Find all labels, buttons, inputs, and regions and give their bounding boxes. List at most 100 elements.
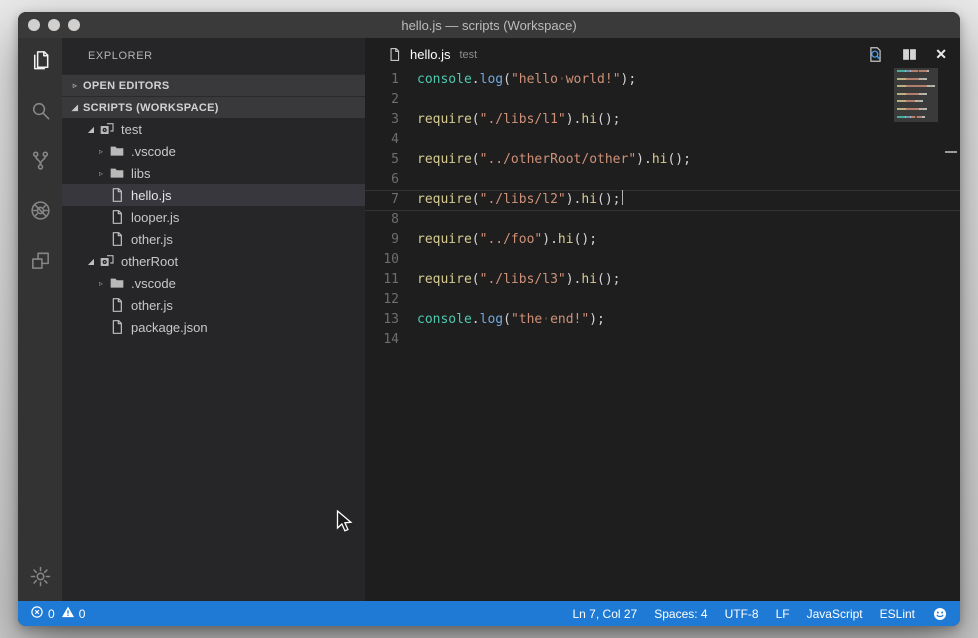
section-open-editors[interactable]: ▹ OPEN EDITORS: [62, 74, 365, 96]
tree-item-libs[interactable]: ▹libs: [62, 162, 365, 184]
line-number: 9: [365, 230, 410, 250]
tree-item-package-json[interactable]: package.json: [62, 316, 365, 338]
close-window-button[interactable]: [28, 19, 40, 31]
tree-item-test[interactable]: ◢ test: [62, 118, 365, 140]
root-folder-icon: [99, 253, 115, 269]
line-number: 12: [365, 290, 410, 310]
tree-item--vscode[interactable]: ▹.vscode: [62, 140, 365, 162]
status-ln-7-col-27[interactable]: Ln 7, Col 27: [573, 607, 638, 621]
code-area[interactable]: 1console.log("hello·world!");23require("…: [365, 70, 960, 601]
status-utf-8[interactable]: UTF-8: [725, 607, 759, 621]
tree-item-other-js[interactable]: other.js: [62, 294, 365, 316]
tree-item-label: .vscode: [131, 144, 176, 159]
code-line-10[interactable]: 10: [365, 250, 960, 270]
tree-item-label: test: [121, 122, 142, 137]
tab-hello-js[interactable]: hello.js test: [365, 38, 477, 70]
activity-extensions-button[interactable]: [29, 249, 52, 272]
activity-explorer-button[interactable]: [29, 49, 52, 72]
line-number: 2: [365, 90, 410, 110]
code-line-9[interactable]: 9require("../foo").hi();: [365, 230, 960, 250]
chevron-right-icon: ▹: [93, 169, 109, 178]
minimize-window-button[interactable]: [48, 19, 60, 31]
chevron-right-icon: ▹: [93, 279, 109, 288]
tree-item-looper-js[interactable]: looper.js: [62, 206, 365, 228]
tree-item-otherroot[interactable]: ◢ otherRoot: [62, 250, 365, 272]
traffic-lights: [28, 19, 80, 31]
file-tree: ◢ test ▹ .vscode ▹libshello.js looper.js other…: [62, 118, 365, 601]
open-preview-icon[interactable]: [867, 46, 884, 63]
files-icon: [29, 49, 52, 72]
line-number: 3: [365, 110, 410, 130]
search-icon: [29, 99, 52, 122]
activity-debug-button[interactable]: [29, 199, 52, 222]
status-lf[interactable]: LF: [776, 607, 790, 621]
folder-icon: [109, 143, 125, 159]
vscode-window: hello.js — scripts (Workspace) EXPLORER …: [18, 12, 960, 626]
file-icon: [387, 47, 402, 62]
root-folder-icon: [99, 121, 115, 137]
tree-item-other-js[interactable]: other.js: [62, 228, 365, 250]
status-javascript[interactable]: JavaScript: [807, 607, 863, 621]
code-line-11[interactable]: 11require("./libs/l3").hi();: [365, 270, 960, 290]
section-label: SCRIPTS (WORKSPACE): [83, 102, 219, 114]
chevron-expanded-icon: ◢: [83, 257, 99, 266]
tree-item-label: package.json: [131, 320, 208, 335]
tree-item--vscode[interactable]: ▹ .vscode: [62, 272, 365, 294]
section-scripts-workspace[interactable]: ◢ SCRIPTS (WORKSPACE): [62, 96, 365, 118]
sidebar-title: EXPLORER: [62, 38, 365, 74]
line-number: 6: [365, 170, 410, 190]
file-icon: [109, 297, 125, 313]
folder-icon: [109, 165, 125, 181]
status-spaces-4[interactable]: Spaces: 4: [654, 607, 707, 621]
tab-filename: hello.js: [410, 47, 450, 62]
line-number: 1: [365, 70, 410, 90]
chevron-right-icon: ▹: [67, 81, 83, 90]
activity-bar: [18, 38, 62, 601]
code-line-3[interactable]: 3require("./libs/l1").hi();: [365, 110, 960, 130]
code-line-1[interactable]: 1console.log("hello·world!");: [365, 70, 960, 90]
code-line-14[interactable]: 14: [365, 330, 960, 350]
code-line-7[interactable]: 7require("./libs/l2").hi();: [365, 190, 960, 210]
editor-actions: ✕: [867, 46, 960, 63]
problems-errors[interactable]: 0: [30, 605, 55, 622]
tree-item-label: other.js: [131, 298, 173, 313]
tab-bar: hello.js test ✕: [365, 38, 960, 70]
line-number: 5: [365, 150, 410, 170]
line-number: 13: [365, 310, 410, 330]
status-eslint[interactable]: ESLint: [880, 607, 915, 621]
code-line-4[interactable]: 4: [365, 130, 960, 150]
activity-settings-button[interactable]: [29, 565, 52, 588]
code-line-5[interactable]: 5require("../otherRoot/other").hi();: [365, 150, 960, 170]
zoom-window-button[interactable]: [68, 19, 80, 31]
title-bar[interactable]: hello.js — scripts (Workspace): [18, 12, 960, 38]
status-bar: 0 0 Ln 7, Col 27 Spaces: 4 UTF-8 LF JavaScri…: [18, 601, 960, 626]
feedback-smiley-icon[interactable]: [932, 606, 948, 622]
activity-search-button[interactable]: [29, 99, 52, 122]
close-editor-icon[interactable]: ✕: [935, 47, 947, 61]
code-line-2[interactable]: 2: [365, 90, 960, 110]
warning-triangle-icon: [61, 605, 75, 622]
activity-source-control-button[interactable]: [29, 149, 52, 172]
extensions-icon: [29, 249, 52, 272]
line-number: 10: [365, 250, 410, 270]
explorer-sidebar: EXPLORER ▹ OPEN EDITORS ◢ SCRIPTS (WORKS…: [62, 38, 365, 601]
code-line-12[interactable]: 12: [365, 290, 960, 310]
tree-item-label: looper.js: [131, 210, 179, 225]
tree-item-label: .vscode: [131, 276, 176, 291]
line-number: 8: [365, 210, 410, 230]
gear-icon: [29, 565, 52, 588]
error-count: 0: [48, 607, 55, 621]
file-icon: [109, 231, 125, 247]
tree-item-label: otherRoot: [121, 254, 178, 269]
section-label: OPEN EDITORS: [83, 80, 170, 92]
code-line-6[interactable]: 6: [365, 170, 960, 190]
problems-warnings[interactable]: 0: [61, 605, 86, 622]
split-editor-icon[interactable]: [901, 46, 918, 63]
code-line-13[interactable]: 13console.log("the·end!");: [365, 310, 960, 330]
minimap[interactable]: [894, 68, 938, 122]
chevron-expanded-icon: ◢: [83, 125, 99, 134]
editor-group: hello.js test ✕ 1console.log("hello·worl…: [365, 38, 960, 601]
code-line-8[interactable]: 8: [365, 210, 960, 230]
tree-item-hello-js[interactable]: hello.js: [62, 184, 365, 206]
line-number: 7: [365, 190, 410, 210]
